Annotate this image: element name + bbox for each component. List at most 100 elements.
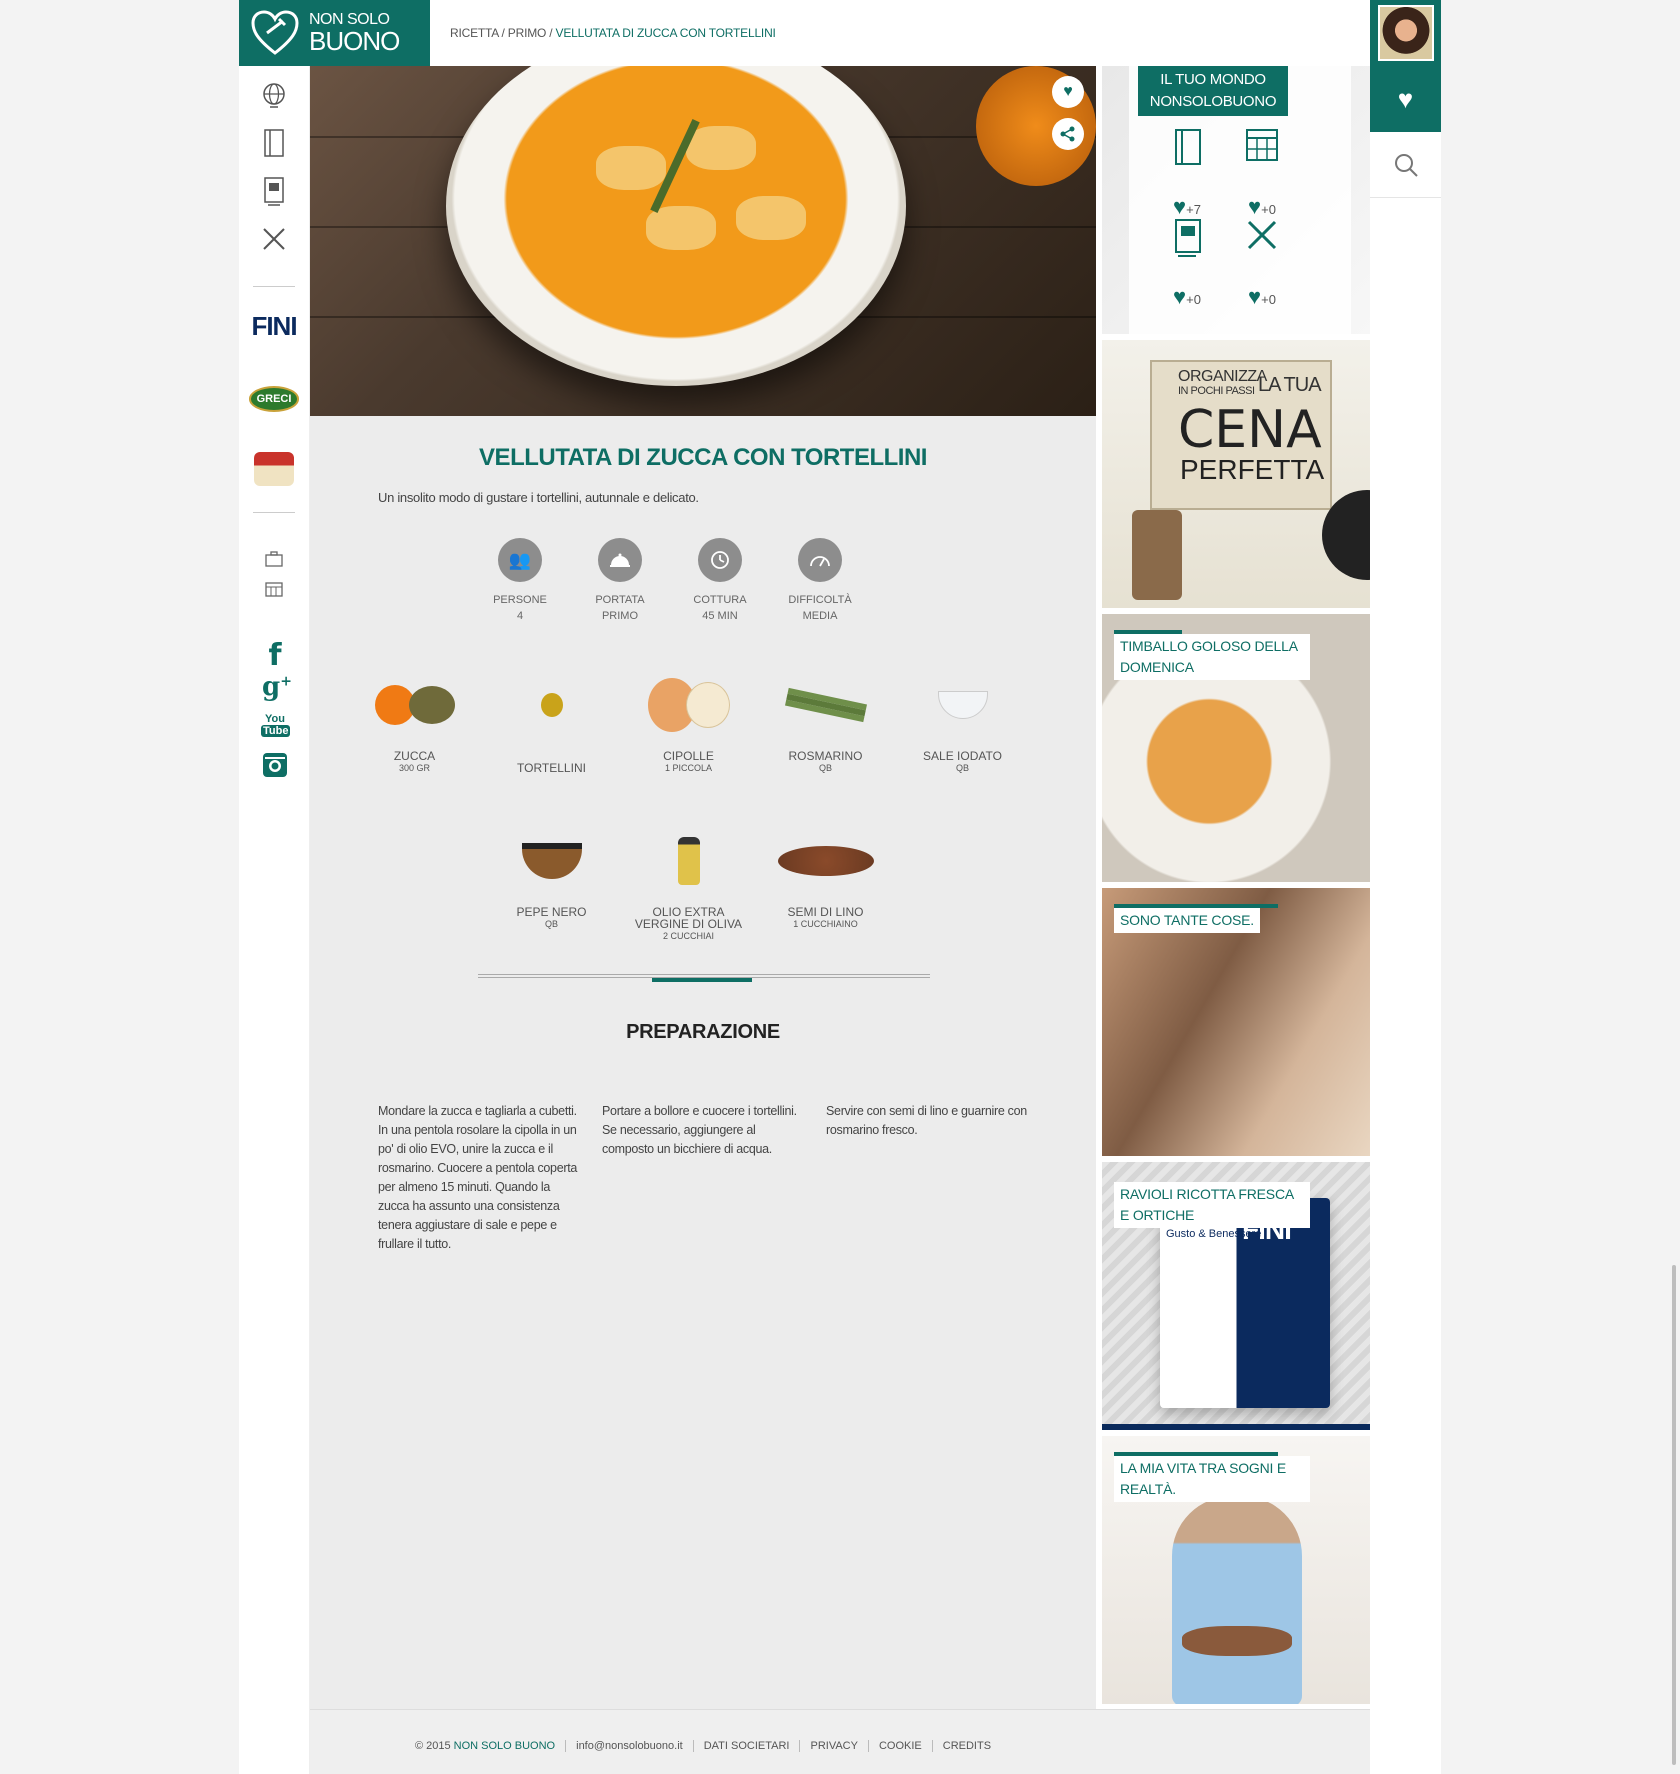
tile-label: RAVIOLI RICOTTA FRESCA E ORTICHE	[1114, 1182, 1310, 1228]
greci-brand-name: GRECI	[248, 386, 300, 412]
product-tile[interactable]: FINI Gusto & Benessere RAVIOLI RICOTTA F…	[1102, 1162, 1370, 1430]
share-button[interactable]	[1052, 118, 1084, 150]
fini-brand-logo[interactable]: FINI	[245, 311, 303, 342]
search-icon	[1394, 153, 1418, 177]
world-utensils-cell[interactable]: ♥+0	[1227, 218, 1297, 310]
world-menus-cell[interactable]: ♥+0	[1227, 128, 1297, 220]
salt-image	[894, 660, 1031, 750]
world-title[interactable]: IL TUO MONDO NONSOLOBUONO	[1138, 66, 1288, 116]
fact-value: 45 MIN	[702, 610, 738, 622]
world-count-value: 0	[1268, 292, 1276, 307]
ingredient-item: ZUCCA 300 GR	[346, 660, 483, 774]
preparation-step: Servire con semi di lino e guarnire con …	[826, 1104, 1027, 1137]
fini-brand-name: FINI	[251, 311, 297, 341]
ingredients-row: ZUCCA 300 GR TORTELLINI CIPOLLE 1 PICCOL…	[346, 660, 1031, 774]
facebook-icon[interactable]: f	[261, 638, 289, 673]
youtube-you-text: You	[265, 713, 285, 725]
cookbook-icon	[1152, 218, 1222, 262]
favorites-button[interactable]: ♥	[1370, 66, 1441, 132]
globe-icon[interactable]	[257, 78, 291, 112]
fact-label: PERSONE	[493, 594, 547, 606]
ingredient-qty: 1 PICCOLA	[664, 763, 713, 773]
world-count: ♥+0	[1173, 284, 1201, 309]
book-icon[interactable]	[257, 126, 291, 160]
logo-text: NON SOLO BUONO	[309, 12, 400, 56]
world-count: ♥+0	[1248, 284, 1276, 309]
page-scrollbar[interactable]	[1672, 1265, 1676, 1765]
cena-big: CENA	[1178, 400, 1322, 460]
fact-label: PORTATA	[595, 594, 645, 606]
world-count-value: 0	[1268, 202, 1276, 217]
ingredient-item: ROSMARINO QB	[757, 660, 894, 774]
footer-links: © 2015 NON SOLO BUONO info@nonsolobuono.…	[310, 1740, 1096, 1752]
flax-seeds-image	[757, 816, 894, 906]
ingredient-name: PEPE NERO	[516, 905, 587, 919]
cloche-icon	[598, 538, 642, 582]
pumpkin-image	[346, 660, 483, 750]
recipe-title: VELLUTATA DI ZUCCA CON TORTELLINI	[479, 444, 927, 471]
world-widget: IL TUO MONDO NONSOLOBUONO ♥+7 ♥+0 ♥+0 ♥+…	[1102, 66, 1370, 334]
footer-link-email[interactable]: info@nonsolobuono.it	[566, 1740, 694, 1752]
ingredient-name: ROSMARINO	[788, 749, 863, 763]
footer-link-credits[interactable]: CREDITS	[933, 1740, 1001, 1752]
briefcase-icon[interactable]	[257, 542, 291, 576]
world-recipes-cell[interactable]: ♥+7	[1152, 128, 1222, 220]
cena-perfetta: PERFETTA	[1180, 454, 1325, 485]
google-plus-icon[interactable]: g+	[259, 672, 295, 702]
tile-label: TIMBALLO GOLOSO DELLA DOMENICA	[1114, 634, 1310, 680]
breadcrumb-primo[interactable]: PRIMO	[508, 26, 547, 40]
world-count-value: 7	[1193, 202, 1201, 217]
footer-link-cookie[interactable]: COOKIE	[869, 1740, 933, 1752]
world-cookbook-cell[interactable]: ♥+0	[1152, 218, 1222, 310]
timer-icon	[698, 538, 742, 582]
soup-bowl-image	[446, 66, 906, 386]
onion-image	[620, 660, 757, 750]
ingredient-name: SALE IODATO	[923, 749, 1002, 763]
article-tile[interactable]: LA MIA VITA TRA SOGNI E REALTÀ.	[1102, 1436, 1370, 1704]
greci-brand-logo[interactable]: GRECI	[245, 386, 303, 412]
instagram-icon[interactable]	[261, 752, 289, 782]
preparation-step: Mondare la zucca e tagliarla a cubetti. …	[378, 1104, 578, 1251]
tile-label: SONO TANTE COSE.	[1114, 908, 1260, 933]
cookbook-icon[interactable]	[257, 174, 291, 208]
cena-line1: ORGANIZZA IN POCHI PASSI	[1178, 369, 1267, 398]
breadcrumb-ricetta[interactable]: RICETTA	[450, 26, 499, 40]
footer: © 2015 NON SOLO BUONO info@nonsolobuono.…	[310, 1709, 1370, 1774]
logo-line2: BUONO	[309, 26, 400, 56]
fact-persone: 👥 PERSONE 4	[470, 538, 570, 624]
left-sidebar: FINI GRECI f g+ You Tube	[239, 66, 310, 1774]
article-tile[interactable]: TIMBALLO GOLOSO DELLA DOMENICA	[1102, 614, 1370, 882]
preparation-step: Portare a bollore e cuocere i tortellini…	[602, 1104, 797, 1156]
youtube-tube-text: Tube	[261, 725, 291, 737]
cena-perfetta-banner[interactable]: ORGANIZZA IN POCHI PASSI LA TUA CENA PERF…	[1102, 340, 1370, 608]
utensils-icon[interactable]	[257, 222, 291, 256]
third-brand-logo[interactable]	[245, 452, 303, 486]
ingredients-row: PEPE NERO QB OLIO EXTRA VERGINE DI OLIVA…	[483, 816, 894, 942]
footer-link-dati-societari[interactable]: DATI SOCIETARI	[694, 1740, 801, 1752]
ingredient-name: OLIO EXTRA VERGINE DI OLIVA	[634, 905, 743, 931]
gauge-icon	[798, 538, 842, 582]
ingredient-item: TORTELLINI	[483, 660, 620, 774]
article-tile[interactable]: SONO TANTE COSE.	[1102, 888, 1370, 1156]
oil-bottle-image	[620, 816, 757, 906]
people-icon: 👥	[498, 538, 542, 582]
site-logo[interactable]: NON SOLO BUONO	[239, 0, 430, 66]
youtube-icon[interactable]: You Tube	[261, 713, 291, 737]
fact-value: 4	[516, 610, 524, 622]
user-avatar-button[interactable]	[1370, 0, 1441, 66]
woman-with-cake-image	[1172, 1496, 1302, 1704]
recipe-facts: 👥 PERSONE 4 PORTATA PRIMO COTTURA 45 MIN	[470, 538, 870, 624]
footer-link-privacy[interactable]: PRIVACY	[800, 1740, 869, 1752]
book-icon	[1152, 128, 1222, 172]
heart-icon: ♥	[1397, 83, 1414, 114]
add-favorite-button[interactable]: ♥	[1052, 76, 1084, 108]
calendar-icon[interactable]	[257, 572, 291, 606]
breadcrumb-current: VELLUTATA DI ZUCCA CON TORTELLINI	[555, 26, 776, 40]
breadcrumb-separator: /	[546, 26, 556, 40]
search-button[interactable]	[1370, 132, 1441, 198]
ingredients-scroll-thumb[interactable]	[652, 978, 752, 982]
nav-divider	[253, 512, 295, 513]
fact-value: MEDIA	[802, 610, 838, 622]
cena-la-tua: LA TUA	[1258, 374, 1322, 396]
heart-icon: ♥	[1248, 284, 1262, 309]
